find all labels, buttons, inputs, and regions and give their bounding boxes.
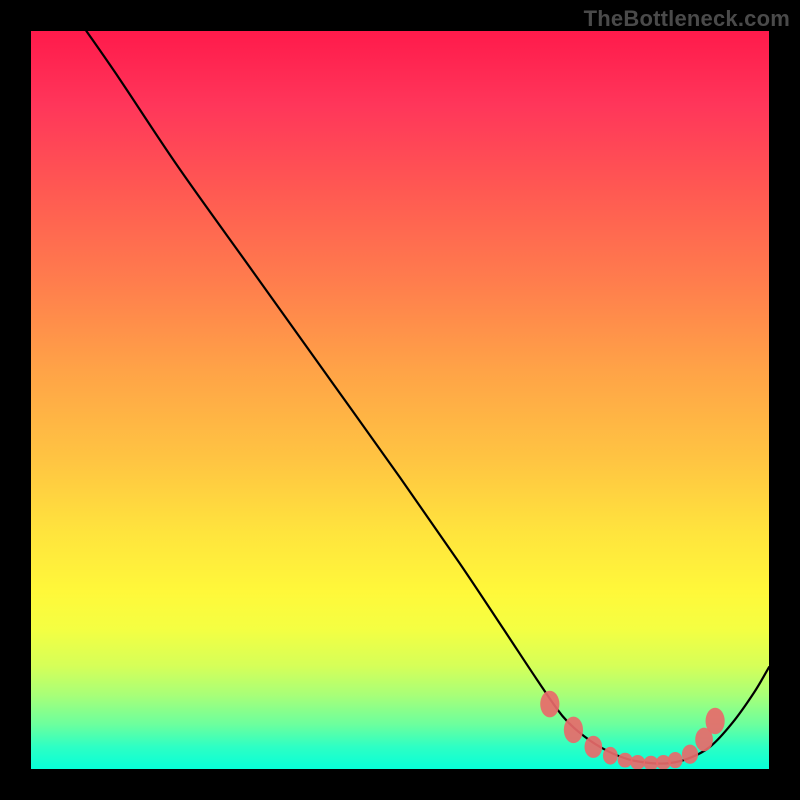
bottleneck-curve <box>86 31 769 764</box>
bead <box>706 708 725 735</box>
bead <box>585 736 603 758</box>
bead <box>668 752 683 768</box>
bead <box>644 756 659 769</box>
bead <box>630 755 645 769</box>
bead <box>540 691 559 718</box>
bead <box>564 717 583 744</box>
bead <box>682 745 698 764</box>
chart-frame: TheBottleneck.com <box>0 0 800 800</box>
chart-overlay <box>31 31 769 769</box>
watermark-text: TheBottleneck.com <box>584 6 790 32</box>
bead-group <box>540 691 725 769</box>
bead <box>618 753 633 768</box>
bead <box>603 747 618 765</box>
